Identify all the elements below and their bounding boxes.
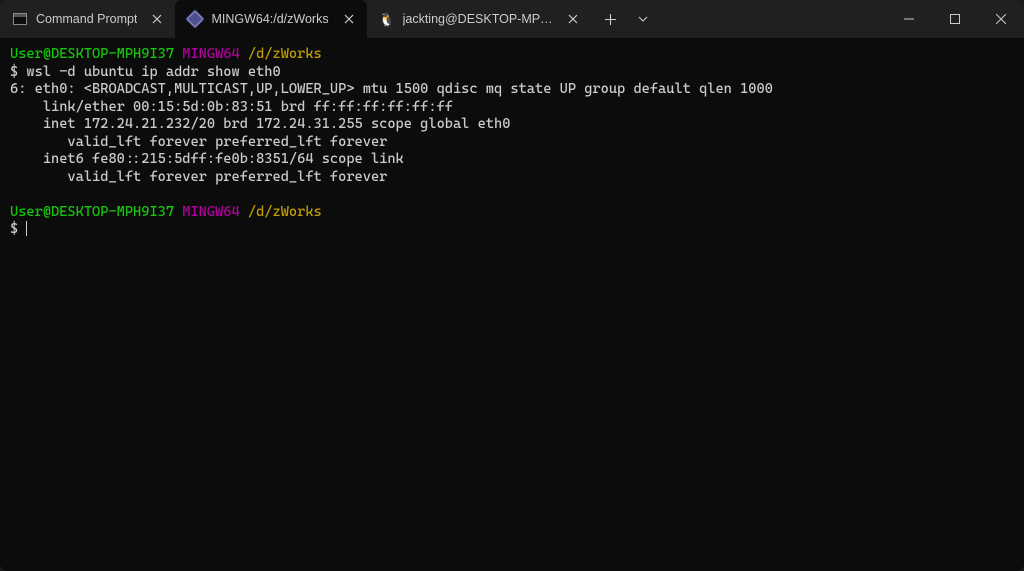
cmd-icon xyxy=(12,11,28,27)
prompt-system: MINGW64 xyxy=(182,46,239,62)
tab-bar: Command Prompt MINGW64:/d/zWorks xyxy=(0,0,886,38)
tab-mingw64[interactable]: MINGW64:/d/zWorks xyxy=(175,0,366,38)
close-tab-icon[interactable] xyxy=(565,11,581,27)
window-controls xyxy=(886,0,1024,38)
prompt-path: /d/zWorks xyxy=(248,46,322,62)
tab-title: jackting@DESKTOP-MPH9 xyxy=(403,12,553,26)
cursor xyxy=(26,221,27,236)
prompt-system: MINGW64 xyxy=(182,204,239,220)
tab-title: Command Prompt xyxy=(36,12,137,26)
close-window-button[interactable] xyxy=(978,0,1024,38)
command-line: $ wsl -d ubuntu ip addr show eth0 xyxy=(10,64,1014,82)
output-line: inet6 fe80::215:5dff:fe0b:8351/64 scope … xyxy=(10,151,1014,169)
tab-dropdown-button[interactable] xyxy=(627,3,659,35)
output-line: valid_lft forever preferred_lft forever xyxy=(10,169,1014,187)
tux-icon: 🐧 xyxy=(379,11,395,27)
output-line: inet 172.24.21.232/20 brd 172.24.31.255 … xyxy=(10,116,1014,134)
terminal-output[interactable]: User@DESKTOP-MPH9I37 MINGW64 /d/zWorks$ … xyxy=(0,38,1024,571)
prompt-user: User@DESKTOP-MPH9I37 xyxy=(10,46,174,62)
tab-wsl-ubuntu[interactable]: 🐧 jackting@DESKTOP-MPH9 xyxy=(367,0,591,38)
prompt-dollar: $ xyxy=(10,221,26,237)
prompt-path: /d/zWorks xyxy=(248,204,322,220)
prompt-line: User@DESKTOP-MPH9I37 MINGW64 /d/zWorks xyxy=(10,46,1014,64)
tab-command-prompt[interactable]: Command Prompt xyxy=(0,0,175,38)
close-tab-icon[interactable] xyxy=(341,11,357,27)
output-line: link/ether 00:15:5d:0b:83:51 brd ff:ff:f… xyxy=(10,99,1014,117)
current-input-line: $ xyxy=(10,221,1014,239)
blank-line xyxy=(10,186,1014,204)
minimize-button[interactable] xyxy=(886,0,932,38)
git-bash-icon xyxy=(187,11,203,27)
new-tab-button[interactable] xyxy=(595,3,627,35)
terminal-window: Command Prompt MINGW64:/d/zWorks xyxy=(0,0,1024,571)
prompt-user: User@DESKTOP-MPH9I37 xyxy=(10,204,174,220)
prompt-line: User@DESKTOP-MPH9I37 MINGW64 /d/zWorks xyxy=(10,204,1014,222)
tab-actions xyxy=(591,0,663,38)
tab-title: MINGW64:/d/zWorks xyxy=(211,12,328,26)
output-line: 6: eth0: <BROADCAST,MULTICAST,UP,LOWER_U… xyxy=(10,81,1014,99)
titlebar: Command Prompt MINGW64:/d/zWorks xyxy=(0,0,1024,38)
output-line: valid_lft forever preferred_lft forever xyxy=(10,134,1014,152)
maximize-button[interactable] xyxy=(932,0,978,38)
close-tab-icon[interactable] xyxy=(149,11,165,27)
